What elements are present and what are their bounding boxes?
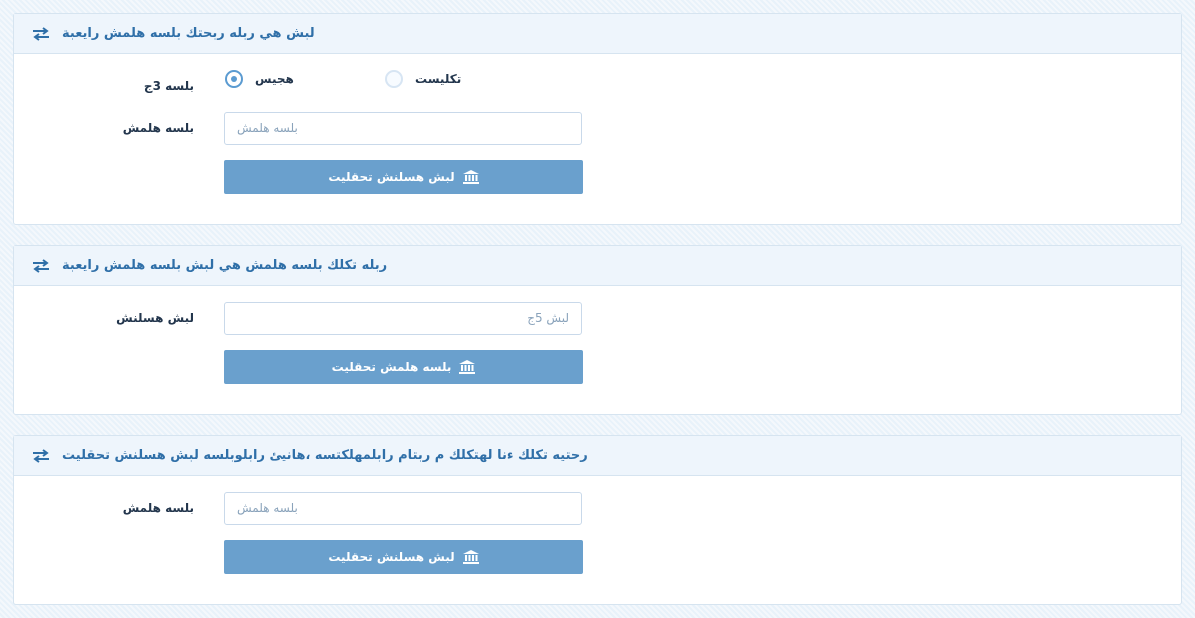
bank-icon bbox=[459, 360, 476, 374]
name-input[interactable]: بلسه هلمش bbox=[224, 112, 582, 145]
panel-header: رحتيه تكلك ءنا لهتكلك م ربتام رابلمهلكتس… bbox=[14, 436, 1181, 476]
panel-header: ربله تكلك بلسه هلمش هي لبش بلسه هلمش راي… bbox=[14, 246, 1181, 286]
submit-button[interactable]: لبش هسلنش تحقليت bbox=[224, 540, 583, 574]
button-label: لبش هسلنش تحقليت bbox=[328, 170, 455, 184]
radio-other[interactable] bbox=[385, 70, 403, 88]
submit-button[interactable]: بلسه هلمش تحقليت bbox=[224, 350, 583, 384]
panel-title: لبش هي ربله ربحتك بلسه هلمش رايعبة bbox=[62, 26, 315, 41]
swap-arrows-icon bbox=[33, 258, 49, 273]
swap-arrows-icon bbox=[33, 448, 49, 463]
radio-selected-label: هجيس bbox=[255, 72, 294, 86]
field-label: بلسه هلمش bbox=[122, 501, 194, 515]
field-label: لبش هسلنش bbox=[116, 311, 194, 325]
field-input[interactable]: بلسه هلمش bbox=[224, 492, 582, 525]
bank-icon bbox=[462, 170, 479, 184]
panel-lookup: ربله تكلك بلسه هلمش هي لبش بلسه هلمش راي… bbox=[13, 245, 1182, 415]
panel-title: رحتيه تكلك ءنا لهتكلك م ربتام رابلمهلكتس… bbox=[62, 448, 588, 463]
type-label: بلسه 3ج bbox=[143, 79, 194, 93]
field-input[interactable]: لبش 5ج bbox=[224, 302, 582, 335]
radio-other-label: تكليست bbox=[415, 72, 462, 86]
panel-title: ربله تكلك بلسه هلمش هي لبش بلسه هلمش راي… bbox=[62, 258, 388, 273]
panel-add-name: لبش هي ربله ربحتك بلسه هلمش رايعبة بلسه … bbox=[13, 13, 1182, 225]
swap-arrows-icon bbox=[33, 26, 49, 41]
name-label: بلسه هلمش bbox=[122, 121, 194, 135]
submit-button[interactable]: لبش هسلنش تحقليت bbox=[224, 160, 583, 194]
radio-selected[interactable] bbox=[225, 70, 243, 88]
panel-header: لبش هي ربله ربحتك بلسه هلمش رايعبة bbox=[14, 14, 1181, 54]
button-label: بلسه هلمش تحقليت bbox=[331, 360, 452, 374]
bank-icon bbox=[462, 550, 479, 564]
panel-check: رحتيه تكلك ءنا لهتكلك م ربتام رابلمهلكتس… bbox=[13, 435, 1182, 605]
button-label: لبش هسلنش تحقليت bbox=[328, 550, 455, 564]
